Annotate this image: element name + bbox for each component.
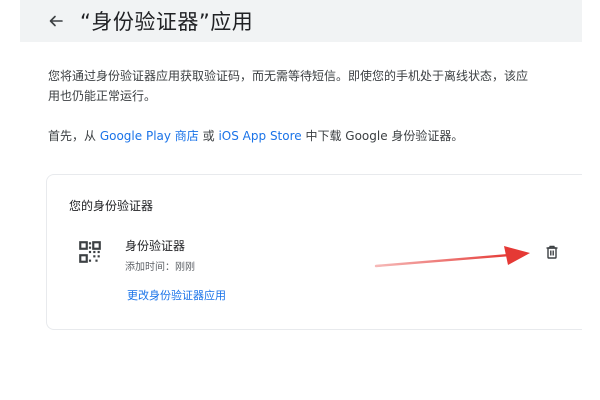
download-prefix: 首先，从: [48, 129, 100, 143]
download-suffix: 中下载 Google 身份验证器。: [301, 129, 464, 143]
delete-button[interactable]: [541, 241, 563, 263]
card-title: 您的身份验证器: [69, 199, 154, 213]
qr-code-icon: [79, 241, 101, 263]
or-text: 或: [202, 129, 219, 143]
download-instructions: 首先，从 Google Play 商店 或 iOS App Store 中下载 …: [48, 126, 568, 146]
authenticator-added-time: 添加时间：刚刚: [125, 262, 195, 273]
page-header: “身份验证器”应用: [20, 0, 582, 42]
page-title: “身份验证器”应用: [80, 10, 254, 34]
trash-icon: [546, 245, 558, 259]
app-store-link[interactable]: iOS App Store: [218, 129, 301, 143]
change-authenticator-link[interactable]: 更改身份验证器应用: [127, 287, 226, 303]
google-play-link[interactable]: Google Play 商店: [100, 129, 199, 143]
annotation-arrow: [374, 246, 530, 268]
back-button[interactable]: [42, 7, 70, 35]
intro-description: 您将通过身份验证器应用获取验证码，而无需等待短信。即使您的手机处于离线状态，该应…: [48, 69, 529, 103]
authenticator-name: 身份验证器: [125, 239, 186, 253]
arrow-left-icon: [49, 15, 63, 27]
